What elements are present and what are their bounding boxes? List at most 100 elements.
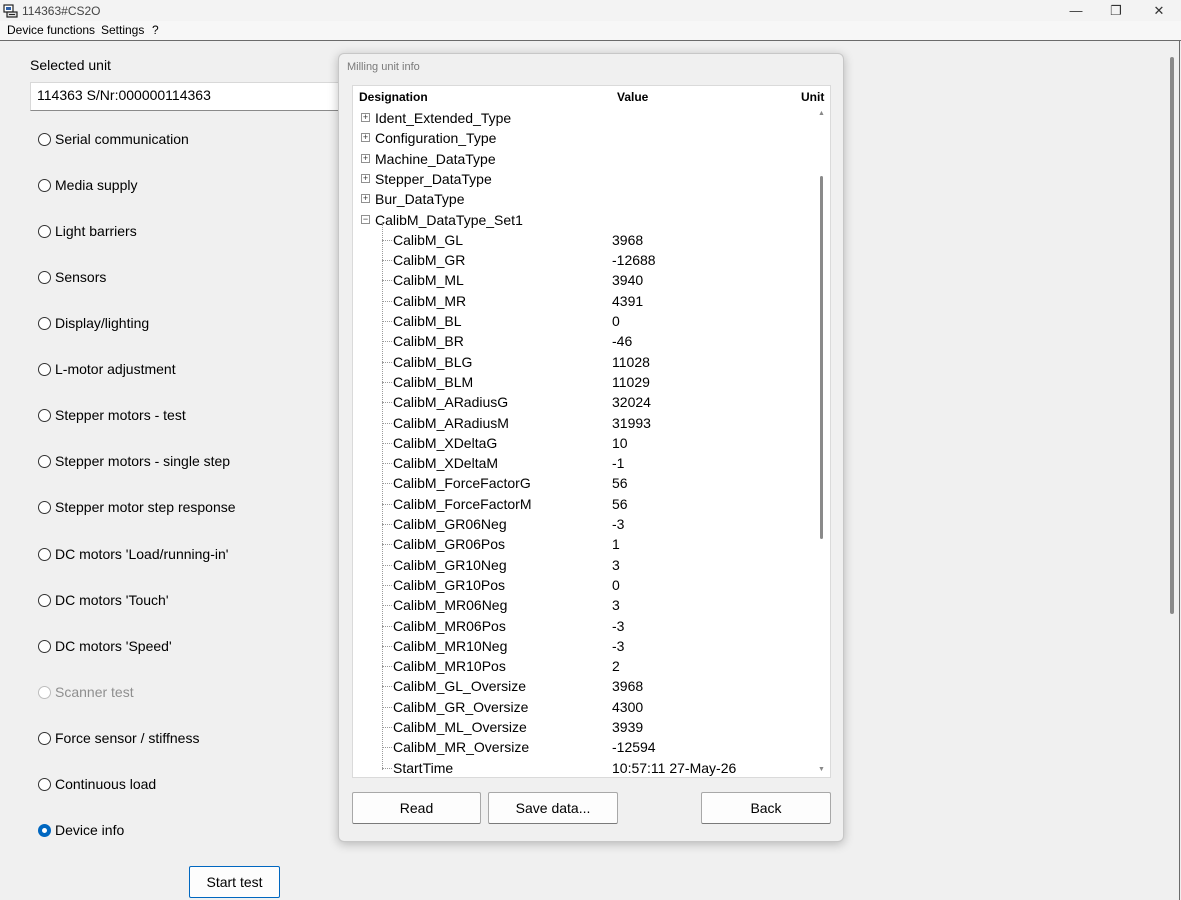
column-unit[interactable]: Unit — [801, 90, 824, 104]
radio-icon[interactable] — [38, 224, 51, 238]
tree-entry-row[interactable]: CalibM_GL 3968 — [353, 230, 814, 250]
tree-entry-row[interactable]: CalibM_GR10Neg 3 — [353, 555, 814, 575]
radio-icon[interactable] — [38, 454, 51, 468]
maximize-icon[interactable]: ❐ — [1096, 0, 1136, 21]
window-title: 114363#CS2O — [22, 4, 101, 18]
main-scrollbar[interactable] — [1170, 57, 1174, 614]
tree-group-row[interactable]: + Ident_Extended_Type — [353, 108, 814, 128]
option-display-lighting[interactable]: Display/lighting — [38, 314, 149, 332]
tree-entry-row[interactable]: CalibM_XDeltaM -1 — [353, 453, 814, 473]
tree-entry-row[interactable]: CalibM_MR06Pos -3 — [353, 616, 814, 636]
radio-icon[interactable] — [38, 178, 51, 192]
tree-entry-row[interactable]: CalibM_MR06Neg 3 — [353, 595, 814, 615]
tree-entry-row[interactable]: CalibM_GR06Pos 1 — [353, 534, 814, 554]
window-border — [1179, 41, 1180, 900]
tree-entry-row[interactable]: CalibM_MR10Neg -3 — [353, 636, 814, 656]
scroll-down-icon[interactable]: ▼ — [818, 766, 825, 773]
scroll-up-icon[interactable]: ▲ — [818, 110, 825, 117]
radio-icon[interactable] — [38, 132, 51, 146]
minimize-icon[interactable]: — — [1056, 0, 1096, 21]
read-button[interactable]: Read — [352, 792, 481, 824]
option-continuous-load[interactable]: Continuous load — [38, 775, 156, 793]
tree-entry-row[interactable]: CalibM_ML_Oversize 3939 — [353, 717, 814, 737]
option-device-info[interactable]: Device info — [38, 821, 124, 839]
tree-entry-row[interactable]: CalibM_GL_Oversize 3968 — [353, 676, 814, 696]
tree-entry-row[interactable]: CalibM_BLG 11028 — [353, 352, 814, 372]
menu-help[interactable]: ? — [152, 23, 159, 37]
radio-icon[interactable] — [38, 639, 51, 653]
entry-name: CalibM_BL — [393, 313, 462, 329]
option-dc-motors-load-running-in[interactable]: DC motors 'Load/running-in' — [38, 545, 228, 563]
option-media-supply[interactable]: Media supply — [38, 176, 138, 194]
expand-icon[interactable]: + — [361, 173, 370, 183]
tree-entry-row[interactable]: StartTime 10:57:11 27-May-26 — [353, 758, 814, 777]
selected-unit-field[interactable]: 114363 S/Nr:000000114363 — [30, 82, 342, 111]
tree-entry-row[interactable]: CalibM_GR10Pos 0 — [353, 575, 814, 595]
expand-icon[interactable]: + — [361, 194, 370, 204]
radio-icon[interactable] — [38, 362, 51, 376]
tree-entry-row[interactable]: CalibM_ForceFactorM 56 — [353, 494, 814, 514]
radio-icon[interactable] — [38, 731, 51, 745]
tree-entry-row[interactable]: CalibM_ARadiusG 32024 — [353, 392, 814, 412]
option-sensors[interactable]: Sensors — [38, 268, 106, 286]
radio-icon[interactable] — [38, 408, 51, 422]
tree-entry-row[interactable]: CalibM_ForceFactorG 56 — [353, 473, 814, 493]
radio-icon[interactable] — [38, 593, 51, 607]
tree-connector — [382, 341, 392, 343]
tree-group-row-expanded[interactable]: − CalibM_DataType_Set1 — [353, 210, 814, 230]
tree-entry-row[interactable]: CalibM_XDeltaG 10 — [353, 433, 814, 453]
radio-icon[interactable] — [38, 547, 51, 561]
tree-entry-row[interactable]: CalibM_BL 0 — [353, 311, 814, 331]
menu-settings[interactable]: Settings — [101, 23, 144, 37]
radio-icon[interactable] — [38, 777, 51, 791]
tree-entry-row[interactable]: CalibM_ML 3940 — [353, 270, 814, 290]
tree-entry-row[interactable]: CalibM_MR10Pos 2 — [353, 656, 814, 676]
entry-name: CalibM_MR_Oversize — [393, 739, 530, 756]
option-serial-communication[interactable]: Serial communication — [38, 130, 189, 148]
radio-icon[interactable] — [38, 316, 51, 330]
tree-connector — [382, 239, 392, 241]
entry-name: CalibM_GR_Oversize — [393, 698, 529, 715]
back-button[interactable]: Back — [701, 792, 831, 824]
menu-device-functions[interactable]: Device functions — [7, 23, 95, 37]
tree-group-row[interactable]: + Configuration_Type — [353, 128, 814, 148]
option-stepper-motor-step-response[interactable]: Stepper motor step response — [38, 498, 236, 516]
option-l-motor-adjustment[interactable]: L-motor adjustment — [38, 360, 176, 378]
option-label: DC motors 'Touch' — [55, 592, 169, 608]
radio-icon[interactable] — [38, 500, 51, 514]
group-name: Machine_DataType — [375, 150, 496, 167]
option-light-barriers[interactable]: Light barriers — [38, 222, 137, 240]
radio-icon[interactable] — [38, 270, 51, 284]
tree-group-row[interactable]: + Bur_DataType — [353, 189, 814, 209]
option-dc-motors-touch[interactable]: DC motors 'Touch' — [38, 591, 169, 609]
option-label: Force sensor / stiffness — [55, 730, 200, 746]
tree-entry-row[interactable]: CalibM_ARadiusM 31993 — [353, 413, 814, 433]
tree-entry-row[interactable]: CalibM_BLM 11029 — [353, 372, 814, 392]
option-label: Scanner test — [55, 684, 134, 700]
option-force-sensor-stiffness[interactable]: Force sensor / stiffness — [38, 729, 199, 747]
column-value[interactable]: Value — [617, 90, 648, 104]
expand-icon[interactable]: + — [361, 113, 370, 122]
expand-icon[interactable]: + — [361, 153, 370, 163]
collapse-icon[interactable]: − — [361, 214, 370, 224]
column-designation[interactable]: Designation — [359, 90, 428, 104]
option-stepper-motors-single-step[interactable]: Stepper motors - single step — [38, 452, 230, 470]
grid-scrollbar-thumb[interactable] — [820, 176, 823, 539]
tree-entry-row[interactable]: CalibM_GR -12688 — [353, 250, 814, 270]
tree-entry-row[interactable]: CalibM_GR_Oversize 4300 — [353, 697, 814, 717]
expand-icon[interactable]: + — [361, 133, 370, 143]
option-stepper-motors-test[interactable]: Stepper motors - test — [38, 406, 186, 424]
tree-entry-row[interactable]: CalibM_GR06Neg -3 — [353, 514, 814, 534]
tree-group-row[interactable]: + Machine_DataType — [353, 149, 814, 169]
tree-group-row[interactable]: + Stepper_DataType — [353, 169, 814, 189]
close-icon[interactable]: ✕ — [1139, 0, 1179, 21]
entry-name: StartTime — [393, 759, 454, 776]
tree-entry-row[interactable]: CalibM_MR 4391 — [353, 291, 814, 311]
tree-entry-row[interactable]: CalibM_MR_Oversize -12594 — [353, 737, 814, 757]
start-test-button[interactable]: Start test — [189, 866, 280, 898]
option-dc-motors-speed[interactable]: DC motors 'Speed' — [38, 637, 172, 655]
group-name: Configuration_Type — [375, 130, 497, 147]
save-data-button[interactable]: Save data... — [488, 792, 618, 824]
tree-entry-row[interactable]: CalibM_BR -46 — [353, 331, 814, 351]
radio-icon[interactable] — [38, 823, 51, 837]
